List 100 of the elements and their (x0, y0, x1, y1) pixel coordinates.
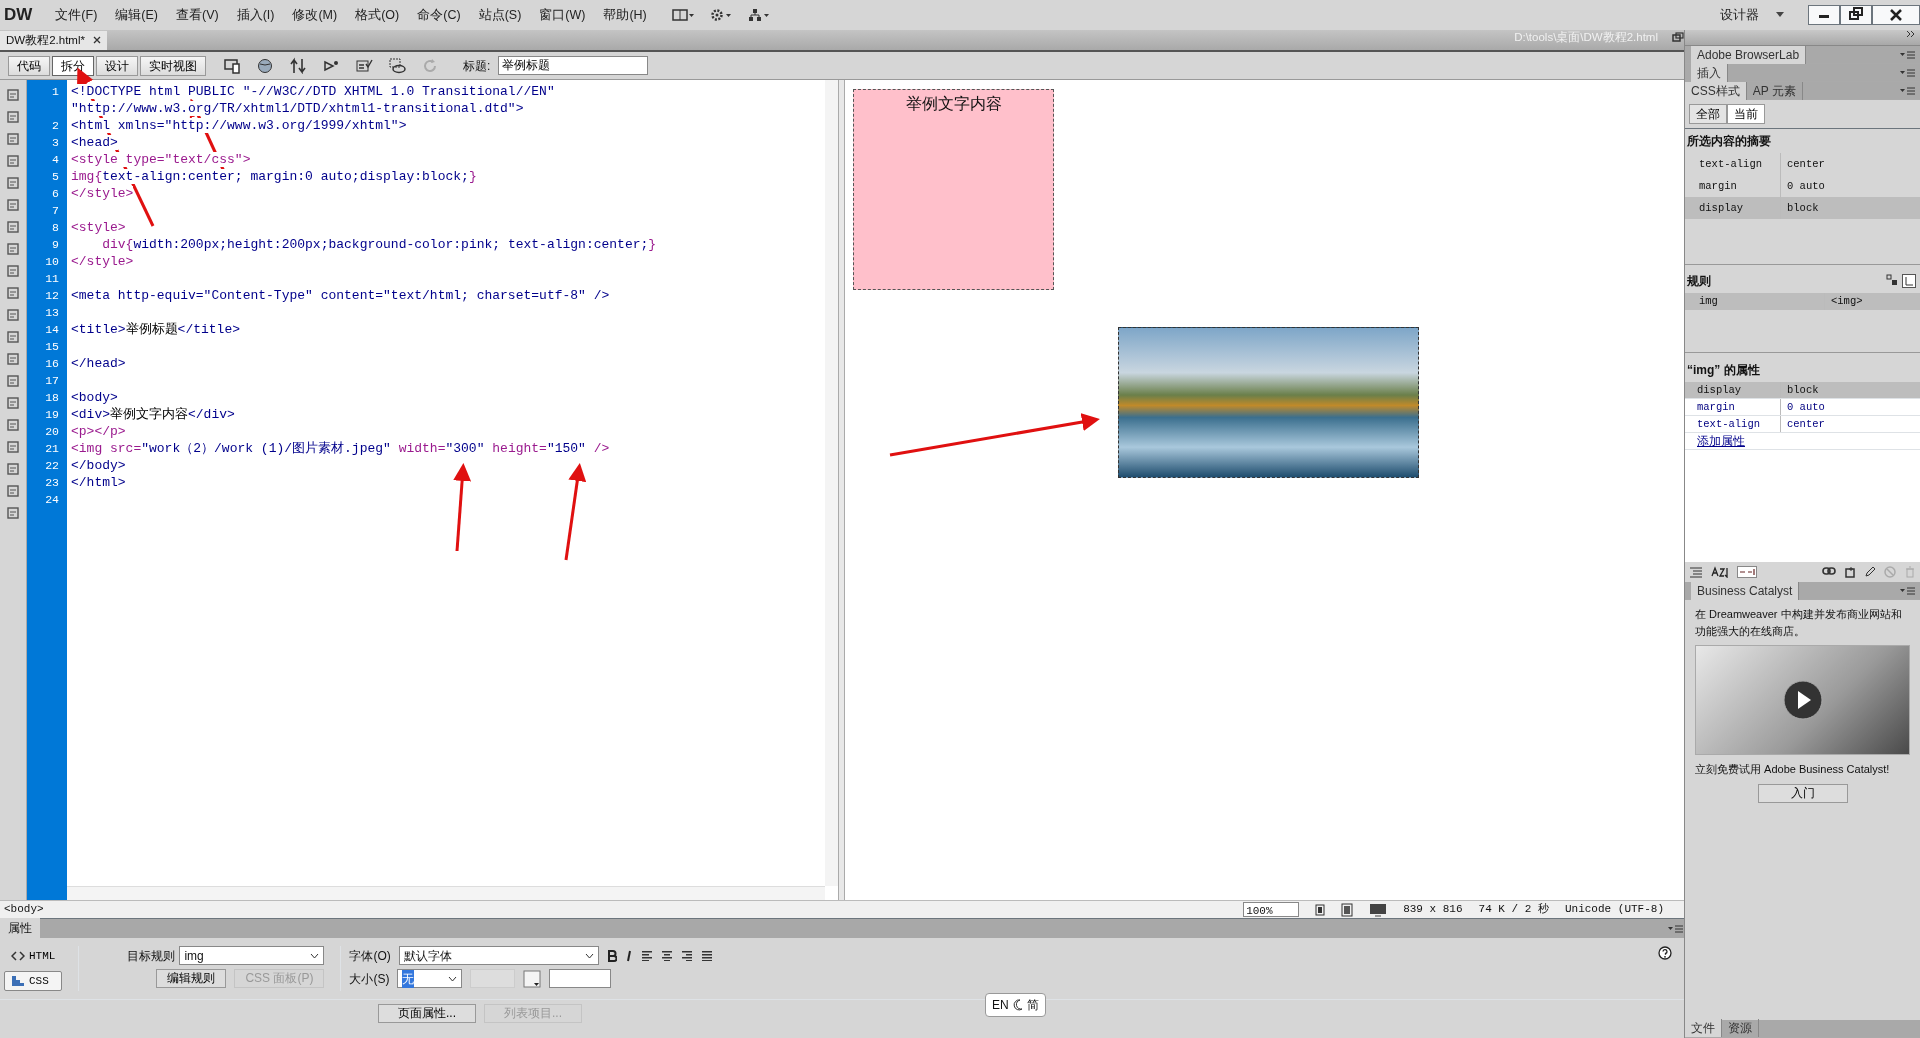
view-button[interactable]: 拆分 (52, 55, 94, 76)
rule-row[interactable]: img <img> (1685, 293, 1920, 310)
menu-item[interactable]: 修改(M) (283, 5, 347, 25)
mode-button[interactable]: HTML (4, 946, 63, 967)
coding-tool-icon[interactable] (6, 352, 20, 366)
coding-tool-icon[interactable] (6, 264, 20, 278)
view-button[interactable]: 实时视图 (140, 55, 206, 76)
help-icon[interactable] (1658, 946, 1672, 960)
panel-tab[interactable]: 属性 (0, 918, 40, 938)
panel-menu-icon[interactable] (1900, 85, 1916, 96)
property-row[interactable]: display block (1685, 382, 1920, 399)
italic-icon[interactable] (624, 949, 633, 962)
coding-tool-icon[interactable] (6, 374, 20, 388)
edit-rule-button[interactable]: 编辑规则 (156, 969, 227, 988)
align-left-icon[interactable] (640, 950, 653, 961)
zoom-select[interactable]: 100% (1243, 902, 1300, 917)
menu-item[interactable]: 插入(I) (227, 5, 284, 25)
scrollbar[interactable] (67, 886, 825, 900)
mode-button[interactable]: 当前 (1727, 104, 1765, 124)
site-icon[interactable] (747, 8, 770, 22)
font-select[interactable]: 默认字体 (398, 946, 599, 965)
sort-alpha-icon[interactable] (1711, 566, 1729, 578)
align-right-icon[interactable] (680, 950, 693, 961)
menu-item[interactable]: 窗口(W) (530, 5, 595, 25)
restore-icon[interactable] (1672, 32, 1684, 43)
coding-tool-icon[interactable] (6, 440, 20, 454)
align-center-icon[interactable] (660, 950, 673, 961)
add-property-link[interactable]: 添加属性 (1685, 433, 1745, 449)
property-row[interactable]: margin 0 auto (1685, 399, 1920, 416)
collapse-icon[interactable] (1906, 30, 1916, 38)
play-icon[interactable] (1782, 680, 1823, 720)
panel-tab[interactable]: 文件 (1685, 1019, 1722, 1037)
device-preview-icon[interactable] (224, 57, 241, 74)
panel-tab[interactable]: Business Catalyst (1691, 581, 1800, 600)
list-view-icon[interactable] (1689, 566, 1703, 578)
coding-tool-icon[interactable] (6, 462, 20, 476)
panel-menu-icon[interactable] (1900, 49, 1916, 60)
coding-tool-icon[interactable] (6, 220, 20, 234)
rule-view-icon[interactable] (1886, 274, 1898, 286)
title-field[interactable]: 举例标题 (498, 56, 649, 75)
view-button[interactable]: 代码 (8, 55, 50, 76)
coding-tool-icon[interactable] (6, 198, 20, 212)
ime-indicator[interactable]: EN 简 (985, 993, 1046, 1017)
target-rule-select[interactable]: img (179, 946, 325, 965)
coding-tool-icon[interactable] (6, 330, 20, 344)
mode-button[interactable]: CSS (4, 970, 63, 991)
panel-tab[interactable]: AP 元素 (1746, 81, 1803, 100)
property-row[interactable]: text-align center (1685, 153, 1920, 175)
desktop-size-icon[interactable] (1369, 902, 1388, 917)
page-properties-button[interactable]: 页面属性... (378, 1004, 476, 1023)
mode-button[interactable]: 全部 (1689, 104, 1727, 124)
caret-icon[interactable] (1776, 12, 1784, 18)
scrollbar[interactable] (825, 80, 838, 886)
coding-tool-icon[interactable] (6, 308, 20, 322)
pencil-icon[interactable] (1864, 566, 1876, 578)
get-started-button[interactable]: 入门 (1757, 783, 1848, 803)
cascade-view-icon[interactable] (1902, 274, 1916, 288)
visual-aids-icon[interactable] (389, 57, 406, 74)
view-button[interactable]: 设计 (96, 55, 138, 76)
coding-tool-icon[interactable] (6, 176, 20, 190)
menu-item[interactable]: 帮助(H) (594, 5, 656, 25)
panel-tab[interactable]: 资源 (1722, 1019, 1759, 1037)
color-picker-icon[interactable] (523, 969, 542, 988)
coding-tool-icon[interactable] (6, 154, 20, 168)
set-properties-icon[interactable] (1737, 566, 1757, 578)
coding-tool-icon[interactable] (6, 286, 20, 300)
coding-tool-icon[interactable] (6, 506, 20, 520)
coding-tool-icon[interactable] (6, 418, 20, 432)
coding-tool-icon[interactable] (6, 396, 20, 410)
document-tab[interactable]: DW教程2.html* (0, 30, 107, 50)
coding-tool-icon[interactable] (6, 242, 20, 256)
close-icon[interactable] (92, 36, 101, 45)
coding-tool-icon[interactable] (6, 88, 20, 102)
panel-menu-icon[interactable] (1900, 67, 1916, 78)
menu-item[interactable]: 命令(C) (408, 5, 470, 25)
menu-item[interactable]: 站点(S) (469, 5, 531, 25)
panel-menu-icon[interactable] (1668, 924, 1684, 934)
globe-icon[interactable] (257, 57, 274, 74)
phone-size-icon[interactable] (1315, 903, 1326, 916)
property-row[interactable]: text-align center (1685, 416, 1920, 433)
menu-item[interactable]: 编辑(E) (106, 5, 167, 25)
tag-selector[interactable]: <body> (4, 901, 44, 918)
transfer-icon[interactable] (290, 57, 307, 74)
bold-icon[interactable] (606, 949, 617, 962)
menu-item[interactable]: 格式(O) (346, 5, 409, 25)
tablet-size-icon[interactable] (1341, 902, 1354, 917)
color-field[interactable] (549, 969, 612, 988)
menu-item[interactable]: 查看(V) (166, 5, 228, 25)
layout-icon[interactable] (671, 8, 694, 22)
coding-tool-icon[interactable] (6, 484, 20, 498)
panel-menu-icon[interactable] (1900, 585, 1916, 596)
coding-tool-icon[interactable] (6, 132, 20, 146)
workspace-switcher[interactable]: 设计器 (1711, 5, 1768, 25)
menu-item[interactable]: 文件(F) (46, 5, 107, 25)
property-row[interactable]: display block (1685, 197, 1920, 219)
size-select[interactable]: 无 (397, 969, 463, 988)
justify-icon[interactable] (700, 950, 713, 961)
coding-tool-icon[interactable] (6, 110, 20, 124)
link-icon[interactable] (1822, 566, 1836, 576)
gear-icon[interactable] (709, 8, 732, 22)
